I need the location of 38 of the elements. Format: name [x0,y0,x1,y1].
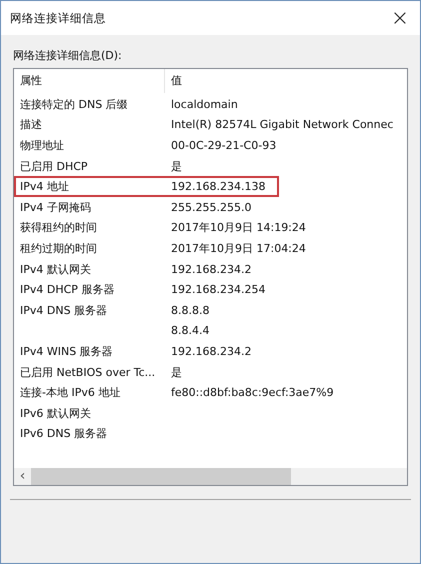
table-cell: localdomain [171,98,238,111]
table-cell: 已启用 NetBIOS over Tc... [20,366,156,379]
table-cell: 2017年10月9日 17:04:24 [171,242,306,255]
table-cell: IPv4 子网掩码 [20,200,91,214]
table-cell: fe80::d8bf:ba8c:9ecf:3ae7%9 [171,386,334,400]
table-cell: 192.168.234.138 [171,180,266,194]
scrollbar-thumb[interactable] [31,468,291,485]
list-label: 网络连接详细信息(D): [13,48,123,63]
table-cell: 2017年10月9日 14:19:24 [171,221,306,234]
table-cell: IPv6 默认网关 [20,406,91,420]
table-cell: 获得租约的时间 [20,221,97,234]
table-cell: IPv4 DNS 服务器 [20,304,108,317]
table-cell: 192.168.234.2 [171,344,252,358]
table-cell: 连接-本地 IPv6 地址 [20,386,120,400]
column-header[interactable]: 值 [165,69,182,93]
column-header[interactable]: 属性 [14,69,165,93]
table-cell: 租约过期的时间 [20,242,97,255]
table-cell: 192.168.234.254 [171,283,266,296]
horizontal-scrollbar[interactable]: ‹ [14,468,407,485]
table-cell: IPv4 DHCP 服务器 [20,283,114,296]
table-cell: IPv4 WINS 服务器 [20,344,113,358]
table-cell: 已启用 DHCP [20,160,88,173]
table-cell: 描述 [20,118,42,132]
table-cell: 是 [171,366,182,379]
table-cell: 8.8.4.4 [171,324,210,338]
table-cell: 是 [171,160,182,173]
table-cell: IPv4 默认网关 [20,262,91,276]
close-button[interactable]: × [380,1,420,35]
table-cell: 192.168.234.2 [171,262,252,276]
window-title: 网络连接详细信息 [10,10,106,26]
table-cell: 255.255.255.0 [171,200,252,214]
table-cell: 物理地址 [20,138,64,152]
table-cell: 连接特定的 DNS 后缀 [20,98,128,111]
table-cell: IPv4 地址 [20,180,69,194]
table-cell: IPv6 DNS 服务器 [20,427,108,440]
table-cell: 8.8.8.8 [171,304,210,317]
table-cell: 00-0C-29-21-C0-93 [171,138,276,152]
table-cell: Intel(R) 82574L Gigabit Network Connec [171,118,394,132]
